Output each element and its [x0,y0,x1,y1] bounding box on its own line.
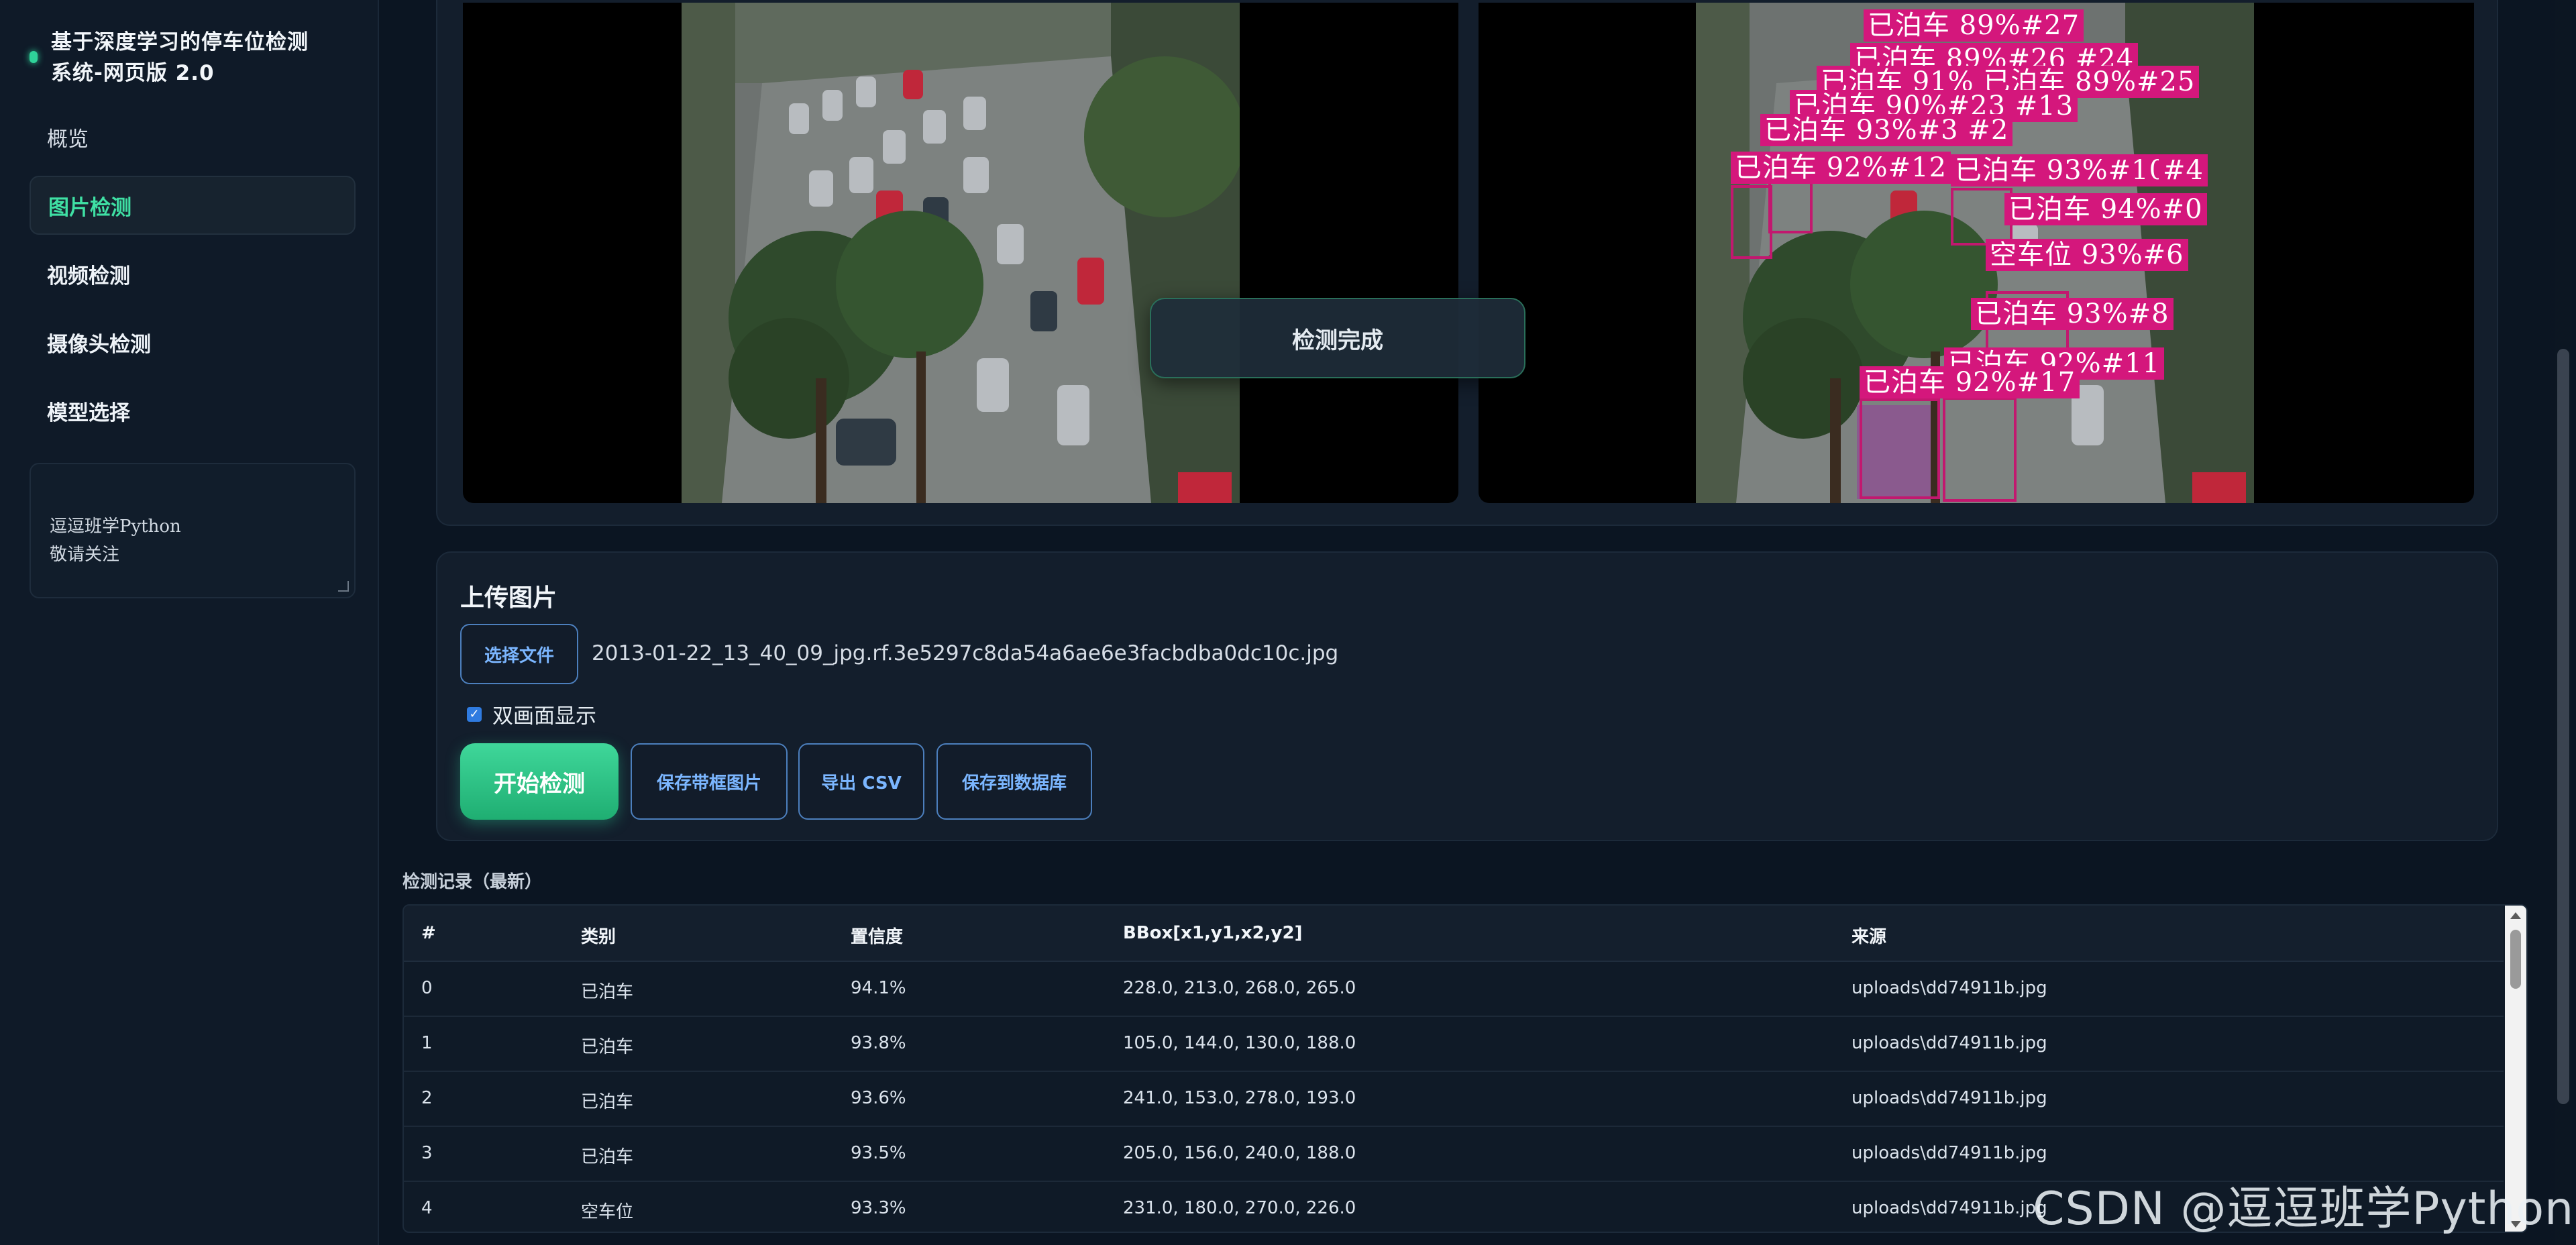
sidebar-item-label: 图片检测 [48,195,131,220]
cell-confidence: 93.5% [851,1143,906,1163]
cell-bbox: 105.0, 144.0, 130.0, 188.0 [1123,1033,1356,1053]
preview-card: 已泊车 89%#27 已泊车 89%#26 #24 已泊车 91% 已泊车 89… [436,0,2498,526]
status-dot-icon [30,51,38,63]
app-window: 基于深度学习的停车位检测 系统-网页版 2.0 概览 图片检测 视频检测 摄像头… [0,0,2576,1245]
detection-label: 已泊车 93%#8 [1971,298,2174,330]
cell-bbox: 231.0, 180.0, 270.0, 226.0 [1123,1198,1356,1218]
column-header-source[interactable]: 来源 [1851,923,1886,948]
cell-index: 0 [421,978,433,998]
export-csv-label: 导出 CSV [821,773,902,794]
detection-label: 已泊车 92%#12 [1731,152,1951,184]
start-detection-button[interactable]: 开始检测 [460,743,619,820]
sidebar-item-label: 模型选择 [47,400,130,425]
sidebar-item-overview[interactable]: 概览 [30,107,356,166]
cell-class: 已泊车 [581,1037,634,1057]
column-header-bbox[interactable]: BBox[x1,y1,x2,y2] [1123,923,1302,943]
cell-index: 3 [421,1143,433,1163]
column-header-index[interactable]: # [421,923,436,943]
parking-lot-photo [682,3,1240,503]
cell-confidence: 93.6% [851,1088,906,1108]
cell-bbox: 228.0, 213.0, 268.0, 265.0 [1123,978,1356,998]
save-to-database-button[interactable]: 保存到数据库 [936,743,1092,820]
upload-title: 上传图片 [460,584,557,612]
cell-class: 空车位 [581,1202,634,1222]
selected-file-name: 2013-01-22_13_40_09_jpg.rf.3e5297c8da54a… [592,641,1339,665]
cell-index: 2 [421,1088,433,1108]
save-boxed-image-button[interactable]: 保存带框图片 [631,743,788,820]
original-image-panel [463,3,1458,503]
detection-complete-toast: 检测完成 [1150,298,1525,378]
cell-class: 已泊车 [581,1092,634,1112]
table-header: # 类别 置信度 BBox[x1,y1,x2,y2] 来源 [404,906,2504,962]
detection-box [1731,185,1772,259]
detection-label: 已泊车 93%#10 [1951,154,2171,186]
cell-source: uploads\dd74911b.jpg [1851,1143,2047,1163]
export-csv-button[interactable]: 导出 CSV [798,743,924,820]
sidebar-item-label: 摄像头检测 [47,332,151,357]
scroll-up-arrow-icon[interactable] [2510,912,2521,919]
sidebar-item-label: 视频检测 [47,264,130,288]
detection-label: #4 [2159,154,2208,186]
cell-confidence: 93.3% [851,1198,906,1218]
brand: 基于深度学习的停车位检测 系统-网页版 2.0 [30,27,365,89]
choose-file-button[interactable]: 选择文件 [460,624,578,684]
cell-class: 已泊车 [581,982,634,1002]
sidebar-item-label: 概览 [47,127,89,152]
table-row[interactable]: 2 已泊车 93.6% 241.0, 153.0, 278.0, 193.0 u… [404,1071,2504,1127]
watermark: CSDN @逗逗班学Python [2033,1183,2575,1236]
sidebar-item-model-selection[interactable]: 模型选择 [30,381,356,440]
detection-label: 空车位 93%#6 [1986,239,2188,271]
upload-card: 上传图片 选择文件 2013-01-22_13_40_09_jpg.rf.3e5… [436,551,2498,841]
cell-source: uploads\dd74911b.jpg [1851,978,2047,998]
table-scrollbar-thumb[interactable] [2510,930,2521,989]
detection-box [1860,398,1940,499]
save-boxed-image-label: 保存带框图片 [656,773,761,794]
save-to-database-label: 保存到数据库 [961,773,1067,794]
start-detection-label: 开始检测 [494,770,585,798]
table-row[interactable]: 1 已泊车 93.8% 105.0, 144.0, 130.0, 188.0 u… [404,1016,2504,1072]
sidebar: 基于深度学习的停车位检测 系统-网页版 2.0 概览 图片检测 视频检测 摄像头… [0,0,379,1245]
detection-box [1951,188,2012,246]
detection-label: 已泊车 93%#3 #2 [1760,114,2013,146]
toast-text: 检测完成 [1292,327,1383,354]
cell-confidence: 93.8% [851,1033,906,1053]
dual-view-label: 双画面显示 [492,704,596,728]
detected-parking-image: 已泊车 89%#27 已泊车 89%#26 #24 已泊车 91% 已泊车 89… [1696,3,2254,503]
column-header-confidence[interactable]: 置信度 [851,923,903,948]
detection-label: 已泊车 92%#17 [1860,366,2080,398]
detected-image-panel: 已泊车 89%#27 已泊车 89%#26 #24 已泊车 91% 已泊车 89… [1479,3,2474,503]
cell-confidence: 94.1% [851,978,906,998]
cell-index: 4 [421,1198,433,1218]
detection-label: 已泊车 89%#27 [1864,9,2084,42]
sidebar-nav: 概览 图片检测 视频检测 摄像头检测 模型选择 [30,107,356,449]
column-header-class[interactable]: 类别 [581,923,616,948]
page-scrollbar[interactable] [2555,0,2572,1245]
cell-index: 1 [421,1033,433,1053]
original-parking-image [682,3,1240,503]
sidebar-item-image-detection[interactable]: 图片检测 [30,176,356,235]
cell-class: 已泊车 [581,1147,634,1167]
resize-grip-icon[interactable] [338,581,349,592]
choose-file-label: 选择文件 [484,645,554,666]
sidebar-item-video-detection[interactable]: 视频检测 [30,244,356,303]
notes-textarea[interactable]: 逗逗班学Python 敬请关注 [30,463,356,598]
checkbox-checked-icon[interactable]: ✓ [467,706,482,722]
cell-source: uploads\dd74911b.jpg [1851,1198,2047,1218]
table-row[interactable]: 0 已泊车 94.1% 228.0, 213.0, 268.0, 265.0 u… [404,961,2504,1017]
dual-view-toggle[interactable]: ✓ 双画面显示 [467,699,596,729]
cell-bbox: 241.0, 153.0, 278.0, 193.0 [1123,1088,1356,1108]
sidebar-item-camera-detection[interactable]: 摄像头检测 [30,313,356,372]
records-title: 检测记录（最新） [402,872,543,892]
cell-bbox: 205.0, 156.0, 240.0, 188.0 [1123,1143,1356,1163]
cell-source: uploads\dd74911b.jpg [1851,1033,2047,1053]
page-scrollbar-thumb[interactable] [2557,349,2569,1104]
main-content: 已泊车 89%#27 已泊车 89%#26 #24 已泊车 91% 已泊车 89… [380,0,2553,1245]
detection-box [1943,397,2017,502]
detection-label: 已泊车 94%#0 [2004,193,2207,225]
cell-source: uploads\dd74911b.jpg [1851,1088,2047,1108]
notes-text: 逗逗班学Python 敬请关注 [50,517,181,565]
app-title: 基于深度学习的停车位检测 系统-网页版 2.0 [51,30,309,85]
